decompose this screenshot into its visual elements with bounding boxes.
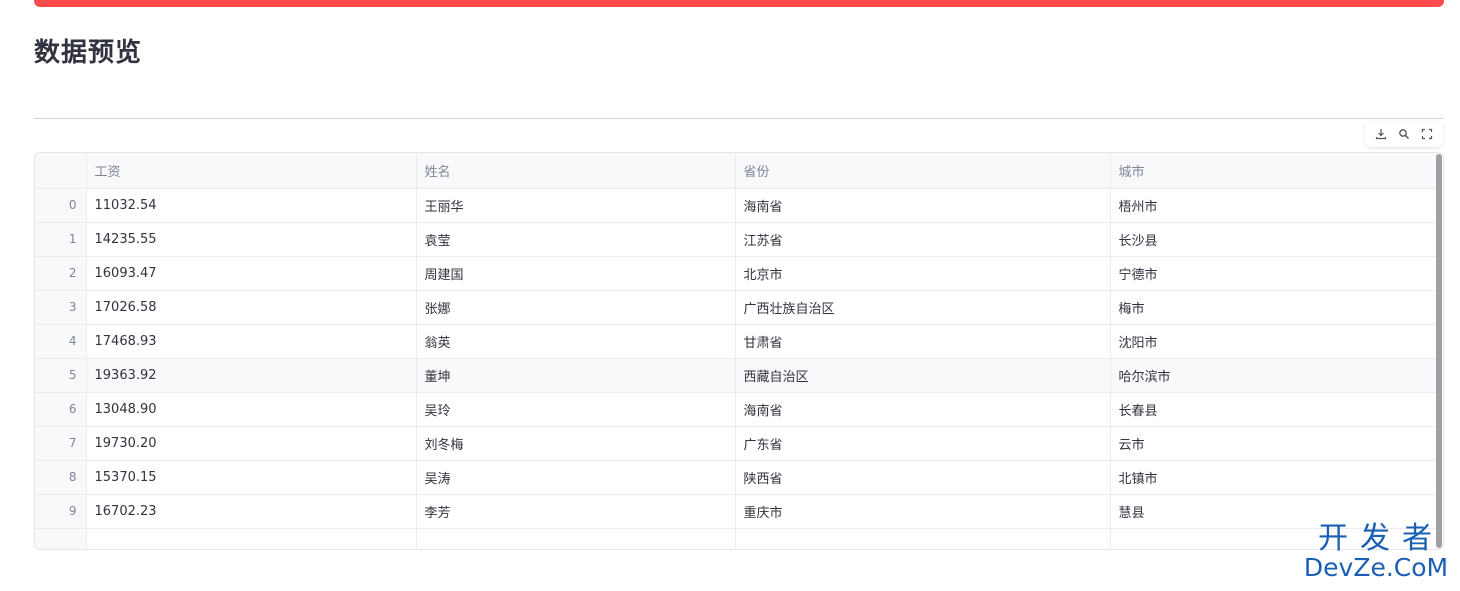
cell-name[interactable]: 周建国 [416, 256, 736, 291]
top-accent-bar [34, 0, 1444, 7]
column-header-index[interactable] [35, 153, 87, 189]
cell-province[interactable]: 北京市 [735, 256, 1111, 291]
table-row: 8 15370.15 吴涛 陕西省 北镇市 [35, 460, 1438, 495]
cell-salary[interactable]: 13048.90 [86, 392, 417, 427]
table-row: 7 19730.20 刘冬梅 广东省 云市 [35, 426, 1438, 461]
cell-salary[interactable]: 15370.15 [86, 460, 417, 495]
download-icon [1375, 129, 1386, 140]
cell-city[interactable]: 长沙县 [1110, 222, 1438, 257]
page: 数据预览 工资 姓名 省份 城市 0 11032.54 王丽华 海南省 梧州市 … [0, 0, 1460, 591]
cell-salary[interactable]: 17468.93 [86, 324, 417, 359]
cell-name[interactable] [416, 528, 736, 549]
page-title: 数据预览 [34, 38, 143, 68]
cell-province[interactable]: 广东省 [735, 426, 1111, 461]
row-index[interactable]: 2 [35, 256, 87, 291]
row-index[interactable]: 1 [35, 222, 87, 257]
row-index[interactable]: 3 [35, 290, 87, 325]
table-row-partial [35, 528, 1438, 549]
search-button[interactable] [1394, 124, 1414, 144]
cell-name[interactable]: 袁莹 [416, 222, 736, 257]
cell-province[interactable]: 广西壮族自治区 [735, 290, 1111, 325]
column-header-salary[interactable]: 工资 [86, 153, 417, 189]
cell-salary[interactable]: 11032.54 [86, 188, 417, 223]
cell-salary[interactable]: 16093.47 [86, 256, 417, 291]
cell-province[interactable]: 西藏自治区 [735, 358, 1111, 393]
cell-name[interactable]: 吴玲 [416, 392, 736, 427]
table-row: 1 14235.55 袁莹 江苏省 长沙县 [35, 222, 1438, 257]
row-index[interactable]: 4 [35, 324, 87, 359]
cell-name[interactable]: 刘冬梅 [416, 426, 736, 461]
divider [34, 118, 1444, 119]
cell-province[interactable]: 海南省 [735, 188, 1111, 223]
cell-salary[interactable]: 17026.58 [86, 290, 417, 325]
data-table: 工资 姓名 省份 城市 0 11032.54 王丽华 海南省 梧州市 1 142… [35, 153, 1438, 549]
watermark-en: DevZe.CoM [1303, 553, 1449, 582]
cell-name[interactable]: 吴涛 [416, 460, 736, 495]
fullscreen-icon [1422, 128, 1433, 140]
table-row: 3 17026.58 张娜 广西壮族自治区 梅市 [35, 290, 1438, 325]
row-index[interactable]: 8 [35, 460, 87, 495]
cell-city[interactable]: 云市 [1110, 426, 1438, 461]
table-row-hovered: 5 19363.92 董坤 西藏自治区 哈尔滨市 [35, 358, 1438, 393]
cell-name[interactable]: 张娜 [416, 290, 736, 325]
cell-salary[interactable]: 19730.20 [86, 426, 417, 461]
table-row: 2 16093.47 周建国 北京市 宁德市 [35, 256, 1438, 291]
watermark-cn: 开发者 [1318, 521, 1444, 556]
dataframe-toolbar [1365, 121, 1443, 147]
fullscreen-button[interactable] [1417, 124, 1437, 144]
cell-name[interactable]: 李芳 [416, 494, 736, 529]
row-index[interactable]: 6 [35, 392, 87, 427]
column-header-province[interactable]: 省份 [735, 153, 1111, 189]
column-header-name[interactable]: 姓名 [416, 153, 736, 189]
cell-salary[interactable]: 14235.55 [86, 222, 417, 257]
cell-city[interactable]: 梧州市 [1110, 188, 1438, 223]
cell-city[interactable]: 哈尔滨市 [1110, 358, 1438, 393]
header-row: 工资 姓名 省份 城市 [35, 153, 1438, 189]
download-button[interactable] [1371, 124, 1391, 144]
dataframe-grid[interactable]: 工资 姓名 省份 城市 0 11032.54 王丽华 海南省 梧州市 1 142… [34, 152, 1444, 550]
row-index[interactable]: 0 [35, 188, 87, 223]
table-row: 0 11032.54 王丽华 海南省 梧州市 [35, 188, 1438, 223]
cell-city[interactable]: 长春县 [1110, 392, 1438, 427]
cell-city[interactable]: 梅市 [1110, 290, 1438, 325]
cell-province[interactable]: 甘肃省 [735, 324, 1111, 359]
cell-city[interactable]: 沈阳市 [1110, 324, 1438, 359]
cell-salary[interactable]: 16702.23 [86, 494, 417, 529]
watermark-logo: 开发者 DevZe.CoM [1300, 521, 1452, 582]
cell-province[interactable]: 陕西省 [735, 460, 1111, 495]
cell-name[interactable]: 董坤 [416, 358, 736, 393]
cell-salary[interactable] [86, 528, 417, 549]
cell-name[interactable]: 翁英 [416, 324, 736, 359]
row-index[interactable]: 9 [35, 494, 87, 529]
cell-province[interactable]: 江苏省 [735, 222, 1111, 257]
cell-province[interactable] [735, 528, 1111, 549]
row-index[interactable]: 7 [35, 426, 87, 461]
table-row: 4 17468.93 翁英 甘肃省 沈阳市 [35, 324, 1438, 359]
table-row: 9 16702.23 李芳 重庆市 慧县 [35, 494, 1438, 529]
row-index[interactable] [35, 528, 87, 549]
cell-city[interactable]: 北镇市 [1110, 460, 1438, 495]
search-icon [1399, 129, 1410, 140]
table-row: 6 13048.90 吴玲 海南省 长春县 [35, 392, 1438, 427]
row-index[interactable]: 5 [35, 358, 87, 393]
cell-name[interactable]: 王丽华 [416, 188, 736, 223]
cell-salary[interactable]: 19363.92 [86, 358, 417, 393]
cell-province[interactable]: 海南省 [735, 392, 1111, 427]
cell-province[interactable]: 重庆市 [735, 494, 1111, 529]
column-header-city[interactable]: 城市 [1110, 153, 1438, 189]
cell-city[interactable]: 宁德市 [1110, 256, 1438, 291]
vertical-scrollbar[interactable] [1436, 154, 1442, 548]
